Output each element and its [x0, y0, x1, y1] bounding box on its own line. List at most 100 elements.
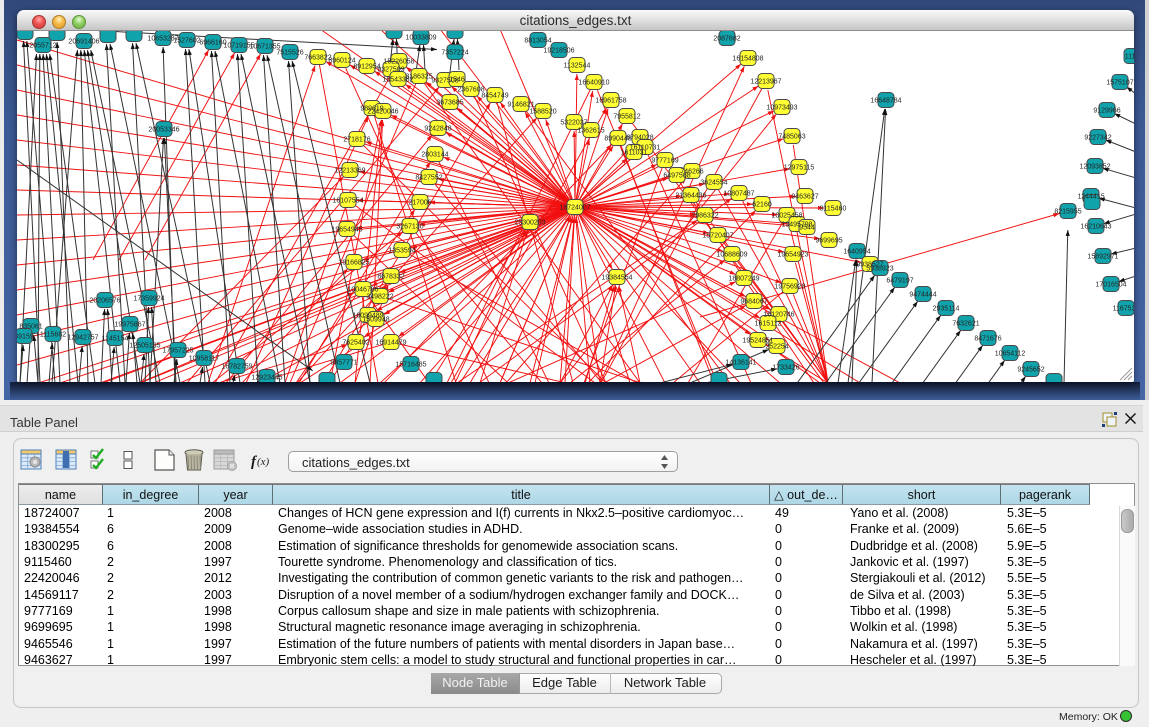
svg-text:14136141: 14136141	[725, 360, 756, 367]
svg-text:9242848: 9242848	[424, 126, 451, 133]
svg-text:10033809: 10033809	[405, 35, 436, 42]
svg-text:252254: 252254	[765, 344, 788, 351]
svg-text:2055712: 2055712	[29, 43, 56, 50]
svg-text:10807487: 10807487	[723, 191, 754, 198]
svg-text:7632621: 7632621	[952, 321, 979, 328]
svg-text:7485063: 7485063	[778, 134, 805, 141]
svg-text:12213967: 12213967	[750, 79, 781, 86]
svg-text:21364436: 21364436	[675, 193, 706, 200]
svg-text:8678332: 8678332	[377, 274, 404, 281]
svg-text:1167533: 1167533	[1113, 306, 1134, 313]
svg-text:10654112: 10654112	[995, 351, 1026, 358]
svg-text:15892971: 15892971	[1087, 254, 1118, 261]
svg-text:8960124: 8960124	[328, 58, 355, 65]
svg-text:25300203: 25300203	[514, 220, 545, 227]
svg-text:9544: 9544	[799, 225, 815, 232]
svg-text:19166825: 19166825	[338, 260, 369, 267]
svg-text:1733426: 1733426	[772, 365, 799, 372]
svg-text:6497568: 6497568	[663, 173, 690, 180]
svg-text:16640910: 16640910	[578, 80, 609, 87]
svg-text:17359924: 17359924	[133, 296, 164, 303]
svg-text:9777169: 9777169	[651, 158, 678, 165]
svg-text:16914479: 16914479	[375, 340, 406, 347]
svg-text:20691406: 20691406	[68, 39, 99, 46]
svg-text:217006: 217006	[408, 200, 431, 207]
svg-text:10958117: 10958117	[189, 356, 220, 363]
svg-text:39159: 39159	[17, 334, 34, 341]
svg-text:22420046: 22420046	[367, 109, 398, 116]
svg-text:8813054: 8813054	[524, 38, 551, 45]
svg-text:9115460: 9115460	[820, 206, 847, 213]
svg-text:10046786: 10046786	[347, 287, 378, 294]
svg-text:7986322: 7986322	[691, 213, 718, 220]
svg-text:2935114: 2935114	[933, 306, 960, 313]
svg-text:9463627: 9463627	[791, 194, 818, 201]
svg-text:12975115: 12975115	[784, 165, 815, 172]
svg-text:15226058: 15226058	[383, 59, 414, 66]
svg-text:15720407: 15720407	[702, 233, 733, 240]
svg-text:3267130: 3267130	[396, 224, 423, 231]
svg-text:7515526: 7515526	[276, 50, 303, 57]
svg-text:19756928: 19756928	[774, 284, 805, 291]
svg-text:17016504: 17016504	[1095, 282, 1126, 289]
svg-text:18724007: 18724007	[559, 205, 590, 212]
svg-text:7357224: 7357224	[441, 50, 468, 57]
svg-text:3498222: 3498222	[366, 294, 393, 301]
svg-text:1112: 1112	[1125, 54, 1134, 61]
svg-text:12213369: 12213369	[334, 168, 365, 175]
svg-text:6479197: 6479197	[886, 278, 913, 285]
svg-text:1244415: 1244415	[1077, 194, 1104, 201]
svg-text:9474444: 9474444	[909, 292, 936, 299]
svg-text:2087682: 2087682	[713, 36, 740, 43]
svg-text:10973493: 10973493	[766, 105, 797, 112]
svg-text:1546: 1546	[449, 77, 465, 84]
svg-text:835061: 835061	[19, 324, 42, 331]
svg-text:1588520: 1588520	[529, 109, 556, 116]
svg-text:1509948: 1509948	[362, 317, 389, 324]
svg-text:8186325: 8186325	[405, 74, 432, 81]
svg-text:9857771: 9857771	[330, 360, 357, 367]
svg-text:18807249: 18807249	[728, 276, 759, 283]
svg-text:1132544: 1132544	[564, 63, 591, 70]
svg-text:1615112: 1615112	[755, 321, 782, 328]
svg-text:19654945: 19654945	[331, 227, 362, 234]
svg-text:20053346: 20053346	[148, 127, 179, 134]
svg-text:3624554: 3624554	[700, 180, 727, 187]
svg-text:19654923: 19654923	[777, 252, 808, 259]
svg-text:9684067: 9684067	[740, 299, 767, 306]
svg-text:7955812: 7955812	[613, 114, 640, 121]
svg-text:62160: 62160	[752, 202, 772, 209]
svg-text:1527602: 1527602	[173, 38, 200, 45]
svg-text:19218506: 19218506	[543, 48, 574, 55]
svg-text:10025458: 10025458	[771, 213, 802, 220]
svg-text:9245652: 9245652	[1017, 367, 1044, 374]
svg-text:12942757: 12942757	[67, 335, 98, 342]
svg-text:9227342: 9227342	[1084, 135, 1111, 142]
svg-text:1362615: 1362615	[577, 128, 604, 135]
svg-text:8215955: 8215955	[1054, 209, 1081, 216]
svg-text:8471676: 8471676	[974, 336, 1001, 343]
svg-text:6794028: 6794028	[626, 135, 653, 142]
svg-text:17957225: 17957225	[162, 348, 193, 355]
svg-text:1611031: 1611031	[621, 150, 648, 157]
svg-text:19384554: 19384554	[601, 275, 632, 282]
svg-text:1115682: 1115682	[40, 332, 66, 339]
svg-text:5322037: 5322037	[560, 120, 587, 127]
svg-text:12505135: 12505135	[129, 343, 160, 350]
svg-text:15716485: 15716485	[395, 362, 426, 369]
svg-text:12923445: 12923445	[251, 375, 282, 382]
svg-text:9327509: 9327509	[377, 67, 404, 74]
svg-text:10688609: 10688609	[716, 252, 747, 259]
svg-text:1575107: 1575107	[1106, 80, 1133, 87]
svg-text:9146821: 9146821	[507, 102, 534, 109]
svg-text:16154808: 16154808	[732, 56, 763, 63]
svg-text:16107554: 16107554	[332, 198, 363, 205]
svg-text:3673685: 3673685	[436, 100, 463, 107]
svg-text:16782759: 16782759	[221, 364, 252, 371]
svg-text:9699695: 9699695	[815, 238, 842, 245]
svg-text:5938923: 5938923	[866, 266, 893, 273]
svg-text:7625402: 7625402	[342, 340, 369, 347]
svg-text:1640954: 1640954	[843, 249, 870, 256]
svg-text:1353594: 1353594	[388, 248, 415, 255]
svg-text:2718176: 2718176	[343, 137, 370, 144]
